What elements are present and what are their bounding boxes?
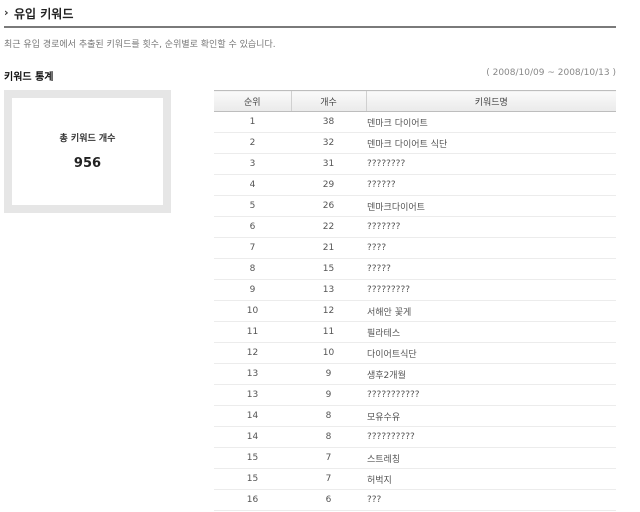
rank-cell: 6	[214, 216, 291, 238]
rank-cell: 4	[214, 174, 291, 196]
rank-cell: 3	[214, 153, 291, 175]
total-keyword-value: 956	[73, 156, 102, 171]
column-header-rank: 순위	[214, 90, 291, 112]
keyword-cell: 덴마크 다이어트 식단	[366, 132, 616, 154]
table-row: 5 26 덴마크다이어트	[214, 195, 616, 217]
count-cell: 29	[291, 174, 366, 196]
table-row: 4 29??????	[214, 174, 616, 196]
rank-cell: 7	[214, 237, 291, 259]
rank-cell: 14	[214, 426, 291, 448]
table-row: 11 11 필라테스	[214, 321, 616, 343]
total-keyword-label: 총 키워드 개수	[59, 134, 116, 144]
keyword-cell: 허벅지	[366, 468, 616, 490]
count-cell: 7	[291, 447, 366, 469]
keyword-cell: ??????????	[366, 426, 616, 448]
count-cell: 12	[291, 300, 366, 322]
table-row: 16 6???	[214, 489, 616, 511]
rank-cell: 14	[214, 405, 291, 427]
rank-cell: 15	[214, 468, 291, 490]
count-cell: 11	[291, 321, 366, 343]
total-keyword-panel: 총 키워드 개수 956	[12, 98, 163, 205]
keyword-cell: ???????	[366, 216, 616, 238]
rank-cell: 9	[214, 279, 291, 301]
keyword-cell: 생후2개월	[366, 363, 616, 385]
rank-cell: 8	[214, 258, 291, 280]
table-row: 14 8 모유수유	[214, 405, 616, 427]
rank-cell: 2	[214, 132, 291, 154]
keyword-cell: ????????	[366, 153, 616, 175]
rank-cell: 10	[214, 300, 291, 322]
table-row: 13 9???????????	[214, 384, 616, 406]
count-cell: 7	[291, 468, 366, 490]
count-cell: 9	[291, 384, 366, 406]
table-header-row: 순위 개수 키워드명	[214, 90, 616, 112]
count-cell: 26	[291, 195, 366, 217]
keyword-cell: ???????????	[366, 384, 616, 406]
count-cell: 38	[291, 111, 366, 133]
keyword-cell: ?????	[366, 258, 616, 280]
table-row: 8 15?????	[214, 258, 616, 280]
page-header: › 유입 키워드	[4, 0, 616, 28]
total-keyword-box: 총 키워드 개수 956	[4, 90, 171, 213]
rank-cell: 1	[214, 111, 291, 133]
date-range: ( 2008/10/09 ~ 2008/10/13 )	[486, 68, 616, 78]
table-row: 15 7 허벅지	[214, 468, 616, 490]
table-row: 6 22???????	[214, 216, 616, 238]
count-cell: 22	[291, 216, 366, 238]
table-row: 2 32 덴마크 다이어트 식단	[214, 132, 616, 154]
count-cell: 6	[291, 489, 366, 511]
keyword-cell: 모유수유	[366, 405, 616, 427]
page-description: 최근 유입 경로에서 추출된 키워드를 횟수, 순위별로 확인할 수 있습니다.	[4, 40, 276, 50]
keyword-cell: ?????????	[366, 279, 616, 301]
column-header-keyword: 키워드명	[365, 90, 616, 112]
table-row: 1 38 덴마크 다이어트	[214, 111, 616, 133]
count-cell: 15	[291, 258, 366, 280]
rank-cell: 5	[214, 195, 291, 217]
rank-cell: 11	[214, 321, 291, 343]
table-row: 13 9 생후2개월	[214, 363, 616, 385]
table-row: 7 21????	[214, 237, 616, 259]
keyword-cell: ???	[366, 489, 616, 511]
rank-cell: 13	[214, 363, 291, 385]
count-cell: 9	[291, 363, 366, 385]
rank-cell: 15	[214, 447, 291, 469]
keyword-table: 순위 개수 키워드명 1 38 덴마크 다이어트 2 32 덴마크 다이어트 식단 3 31?…	[214, 90, 616, 511]
table-row: 12 10 다이어트식단	[214, 342, 616, 364]
keyword-cell: 스트레칭	[366, 447, 616, 469]
table-row: 3 31????????	[214, 153, 616, 175]
count-cell: 32	[291, 132, 366, 154]
table-row: 9 13?????????	[214, 279, 616, 301]
count-cell: 10	[291, 342, 366, 364]
keyword-cell: ??????	[366, 174, 616, 196]
rank-cell: 12	[214, 342, 291, 364]
page-title: 유입 키워드	[14, 7, 74, 21]
count-cell: 8	[291, 426, 366, 448]
count-cell: 8	[291, 405, 366, 427]
rank-cell: 13	[214, 384, 291, 406]
keyword-cell: ????	[366, 237, 616, 259]
stats-section-title: 키워드 통계	[4, 72, 54, 83]
keyword-table-wrap: 순위 개수 키워드명 1 38 덴마크 다이어트 2 32 덴마크 다이어트 식단 3 31?…	[214, 90, 616, 511]
table-row: 15 7 스트레칭	[214, 447, 616, 469]
count-cell: 21	[291, 237, 366, 259]
section-arrow-icon: ›	[4, 6, 9, 19]
keyword-cell: 덴마크다이어트	[366, 195, 616, 217]
keyword-cell: 필라테스	[366, 321, 616, 343]
count-cell: 13	[291, 279, 366, 301]
rank-cell: 16	[214, 489, 291, 511]
keyword-cell: 서해안 꽃게	[366, 300, 616, 322]
keyword-cell: 덴마크 다이어트	[366, 111, 616, 133]
column-header-count: 개수	[290, 90, 366, 112]
table-row: 14 8??????????	[214, 426, 616, 448]
keyword-table-body: 1 38 덴마크 다이어트 2 32 덴마크 다이어트 식단 3 31???????? 4 29?…	[214, 111, 616, 511]
table-row: 10 12 서해안 꽃게	[214, 300, 616, 322]
count-cell: 31	[291, 153, 366, 175]
keyword-cell: 다이어트식단	[366, 342, 616, 364]
